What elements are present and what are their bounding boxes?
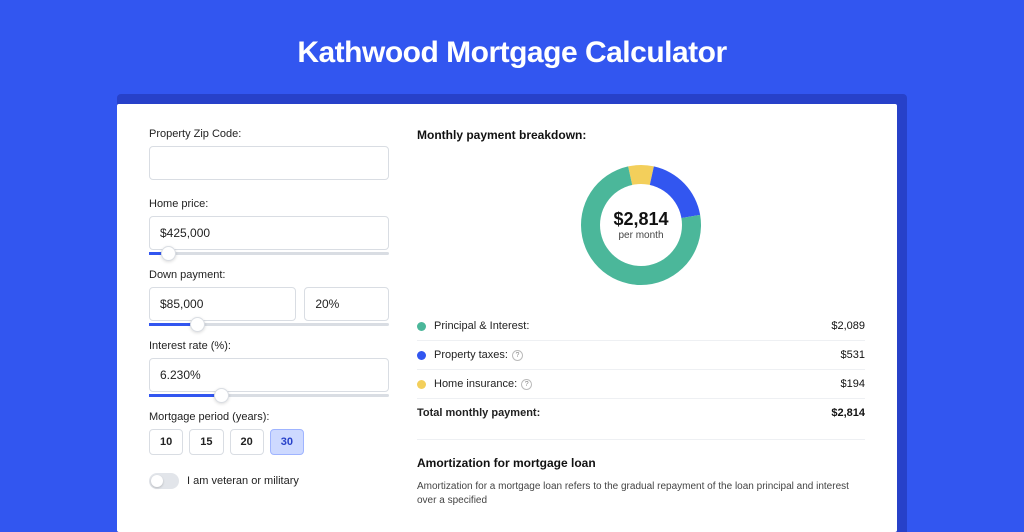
period-btn-30[interactable]: 30 — [270, 429, 304, 455]
donut-sub: per month — [618, 230, 663, 241]
down-amount-input[interactable] — [149, 287, 296, 321]
legend-value: $2,089 — [831, 320, 865, 332]
rate-slider-fill — [149, 394, 221, 397]
zip-group: Property Zip Code: — [149, 128, 389, 184]
legend-row: Principal & Interest:$2,089 — [417, 312, 865, 340]
price-input[interactable] — [149, 216, 389, 250]
inputs-column: Property Zip Code: Home price: Down paym… — [149, 128, 389, 508]
donut-chart: $2,814 per month — [576, 160, 706, 290]
donut-chart-wrap: $2,814 per month — [417, 160, 865, 290]
legend-value: $531 — [841, 349, 865, 361]
breakdown-column: Monthly payment breakdown: $2,814 per mo… — [417, 128, 865, 508]
legend: Principal & Interest:$2,089Property taxe… — [417, 312, 865, 427]
period-group: Mortgage period (years): 1015 2030 — [149, 411, 389, 455]
legend-total-value: $2,814 — [831, 407, 865, 419]
veteran-toggle-knob — [151, 475, 163, 487]
veteran-label: I am veteran or military — [187, 475, 299, 487]
down-pct-input[interactable] — [304, 287, 389, 321]
legend-dot — [417, 380, 426, 389]
price-group: Home price: — [149, 198, 389, 255]
info-icon[interactable]: ? — [521, 379, 532, 390]
down-slider[interactable] — [149, 323, 389, 326]
rate-slider[interactable] — [149, 394, 389, 397]
legend-row: Property taxes:?$531 — [417, 340, 865, 369]
page-title: Kathwood Mortgage Calculator — [297, 36, 726, 70]
legend-dot — [417, 322, 426, 331]
veteran-row: I am veteran or military — [149, 473, 389, 489]
zip-label: Property Zip Code: — [149, 128, 389, 140]
price-slider-thumb[interactable] — [161, 246, 176, 261]
amortization-block: Amortization for mortgage loan Amortizat… — [417, 439, 865, 508]
amortization-title: Amortization for mortgage loan — [417, 456, 865, 470]
info-icon[interactable]: ? — [512, 350, 523, 361]
legend-value: $194 — [841, 378, 865, 390]
breakdown-title: Monthly payment breakdown: — [417, 128, 865, 142]
legend-label: Property taxes:? — [434, 349, 841, 361]
legend-row: Home insurance:?$194 — [417, 369, 865, 398]
donut-center: $2,814 per month — [600, 184, 682, 266]
calculator-card: Property Zip Code: Home price: Down paym… — [117, 104, 897, 532]
veteran-toggle[interactable] — [149, 473, 179, 489]
rate-group: Interest rate (%): — [149, 340, 389, 397]
rate-slider-thumb[interactable] — [214, 388, 229, 403]
legend-label: Home insurance:? — [434, 378, 841, 390]
period-btn-15[interactable]: 15 — [189, 429, 223, 455]
legend-total-label: Total monthly payment: — [417, 407, 831, 419]
rate-input[interactable] — [149, 358, 389, 392]
period-btn-10[interactable]: 10 — [149, 429, 183, 455]
down-label: Down payment: — [149, 269, 389, 281]
amortization-text: Amortization for a mortgage loan refers … — [417, 480, 865, 508]
legend-total-row: Total monthly payment:$2,814 — [417, 398, 865, 427]
period-btn-20[interactable]: 20 — [230, 429, 264, 455]
price-label: Home price: — [149, 198, 389, 210]
card-shadow: Property Zip Code: Home price: Down paym… — [117, 94, 907, 532]
legend-dot — [417, 351, 426, 360]
down-group: Down payment: — [149, 269, 389, 326]
period-label: Mortgage period (years): — [149, 411, 389, 423]
donut-slice — [628, 165, 654, 186]
rate-label: Interest rate (%): — [149, 340, 389, 352]
down-slider-thumb[interactable] — [190, 317, 205, 332]
price-slider[interactable] — [149, 252, 389, 255]
donut-value: $2,814 — [613, 209, 668, 230]
zip-input[interactable] — [149, 146, 389, 180]
legend-label: Principal & Interest: — [434, 320, 831, 332]
